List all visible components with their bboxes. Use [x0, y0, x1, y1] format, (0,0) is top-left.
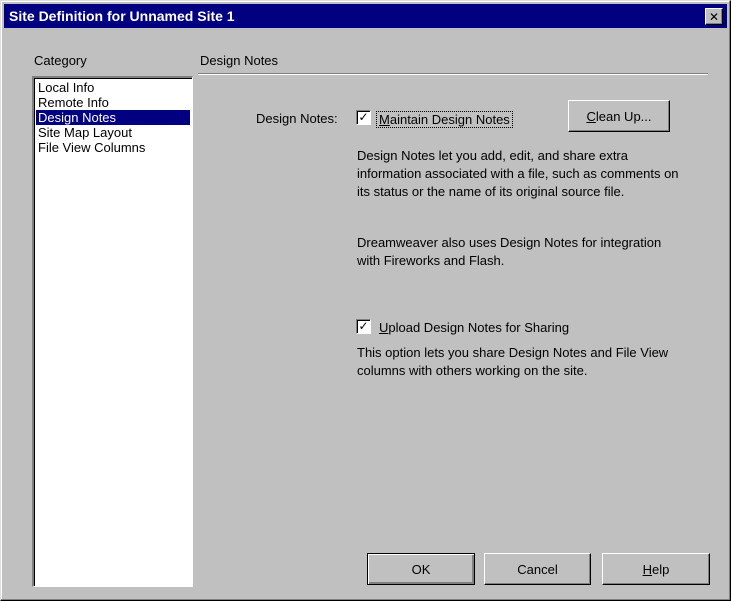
mnemonic-u: U [379, 320, 389, 335]
checkmark-icon: ✓ [358, 319, 369, 333]
window-title: Site Definition for Unnamed Site 1 [9, 8, 235, 24]
maintain-design-notes-label[interactable]: Maintain Design Notes [376, 111, 513, 128]
mnemonic-c: C [586, 108, 596, 124]
help-button[interactable]: Help [602, 553, 710, 585]
dreamweaver-integration-description: Dreamweaver also uses Design Notes for i… [357, 235, 662, 268]
cancel-label: Cancel [517, 561, 558, 577]
checkmark-icon: ✓ [358, 110, 369, 124]
category-item-remote-info[interactable]: Remote Info [36, 95, 190, 110]
mnemonic-h: H [642, 561, 653, 577]
sharing-description: This option lets you share Design Notes … [357, 345, 669, 378]
ok-label: OK [411, 561, 431, 577]
close-icon: ✕ [708, 9, 720, 24]
cancel-button[interactable]: Cancel [484, 553, 591, 585]
category-item-site-map-layout[interactable]: Site Map Layout [36, 125, 190, 140]
upload-label-text: pload Design Notes for Sharing [388, 320, 570, 335]
ok-button[interactable]: OK [367, 553, 475, 585]
clean-up-label: lean Up... [595, 108, 652, 124]
category-list[interactable]: Local Info Remote Info Design Notes Site… [32, 76, 193, 587]
clean-up-button[interactable]: Clean Up... [568, 100, 670, 132]
help-label: elp [652, 561, 670, 577]
maintain-design-notes-checkbox[interactable]: ✓ [356, 110, 371, 125]
category-item-local-info[interactable]: Local Info [36, 80, 190, 95]
mnemonic-m: M [379, 112, 390, 127]
section-title: Design Notes [200, 53, 279, 68]
title-bar[interactable]: Site Definition for Unnamed Site 1 ✕ [4, 4, 727, 28]
dialog-window: Site Definition for Unnamed Site 1 ✕ Cat… [0, 0, 731, 601]
design-notes-field-label: Design Notes: [256, 111, 338, 126]
category-item-file-view-columns[interactable]: File View Columns [36, 140, 190, 155]
category-label: Category [34, 53, 87, 68]
upload-design-notes-label[interactable]: Upload Design Notes for Sharing [379, 320, 569, 335]
maintain-label-text: aintain Design Notes [389, 112, 510, 127]
upload-design-notes-checkbox[interactable]: ✓ [356, 319, 371, 334]
close-button[interactable]: ✕ [705, 8, 723, 25]
design-notes-description: Design Notes let you add, edit, and shar… [357, 148, 679, 199]
section-divider-highlight [198, 74, 708, 75]
category-item-design-notes[interactable]: Design Notes [36, 110, 190, 125]
